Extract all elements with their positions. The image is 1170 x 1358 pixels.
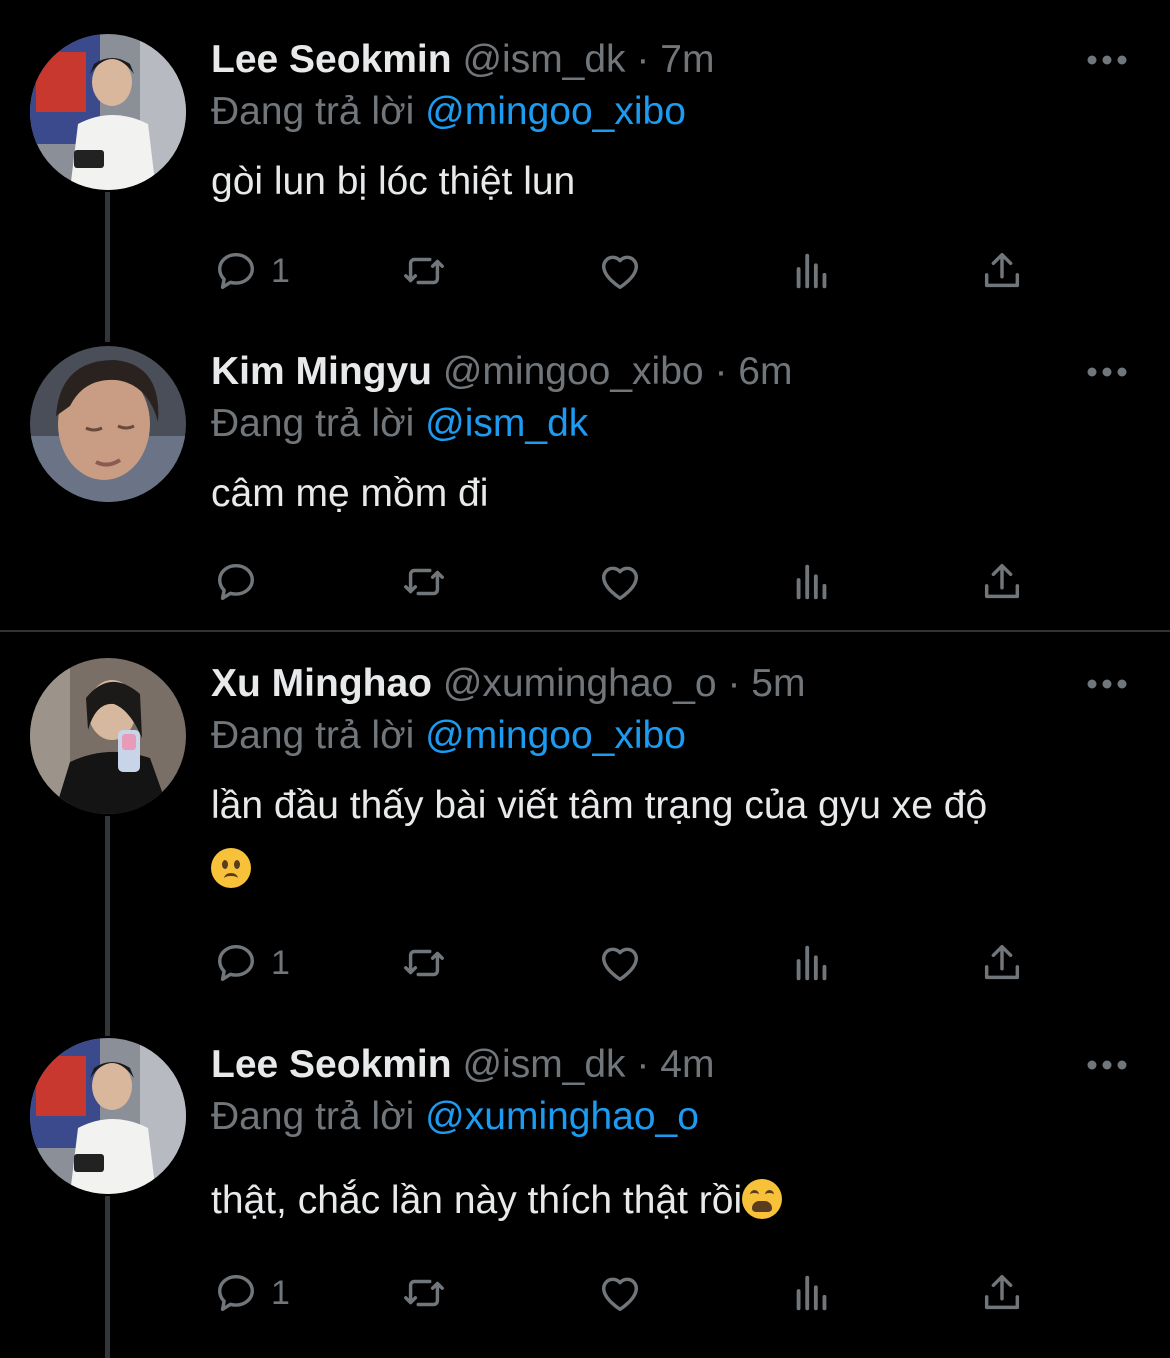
tweet-actions: 1	[211, 1268, 1111, 1318]
retweet-icon	[404, 568, 444, 596]
tweet[interactable]: Lee Seokmin @ism_dk · 4m Đang trả lời @x…	[0, 1012, 1170, 1358]
replying-to: Đang trả lời @ism_dk	[211, 400, 588, 448]
timestamp[interactable]: 5m	[751, 662, 805, 705]
like-icon	[601, 947, 639, 982]
reply-button[interactable]: 1	[213, 1268, 290, 1318]
reply-mention-link[interactable]: @ism_dk	[425, 402, 588, 445]
views-icon	[796, 945, 827, 981]
separator: ·	[714, 350, 728, 393]
reply-icon	[217, 944, 255, 982]
tweet-header: Xu Minghao @xuminghao_o · 5m	[211, 660, 805, 708]
display-name[interactable]: Kim Mingyu	[211, 350, 432, 393]
tweet-text-content: lần đầu thấy bài viết tâm trạng của gyu …	[211, 784, 988, 827]
tweet-text: câm mẹ mồm đi	[211, 462, 1131, 526]
more-icon[interactable]	[1085, 674, 1129, 694]
avatar[interactable]	[30, 346, 186, 502]
share-icon	[984, 1274, 1020, 1310]
views-button[interactable]	[789, 1268, 835, 1318]
share-icon	[984, 944, 1020, 980]
reply-prefix: Đang trả lời	[211, 402, 415, 445]
like-button[interactable]	[597, 938, 643, 988]
tweet-actions	[211, 557, 1111, 607]
like-button[interactable]	[597, 1268, 643, 1318]
tweet-text-content: thật, chắc lần này thích thật rồi	[211, 1179, 743, 1222]
retweet-button[interactable]	[401, 938, 447, 988]
retweet-button[interactable]	[401, 1268, 447, 1318]
reply-button[interactable]: 1	[213, 938, 290, 988]
tweet[interactable]: Kim Mingyu @mingoo_xibo · 6m Đang trả lờ…	[0, 0, 1170, 630]
reply-mention-link[interactable]: @mingoo_xibo	[425, 714, 686, 757]
like-icon	[601, 1277, 639, 1312]
reply-count: 1	[271, 943, 290, 982]
views-button[interactable]	[789, 557, 835, 607]
user-handle[interactable]: @mingoo_xibo	[443, 350, 704, 393]
worried-face-emoji	[211, 848, 251, 888]
reply-prefix: Đang trả lời	[211, 714, 415, 757]
reply-icon	[217, 1274, 255, 1312]
weary-face-emoji	[742, 1179, 783, 1219]
tweet-header: Kim Mingyu @mingoo_xibo · 6m	[211, 348, 792, 396]
reply-prefix: Đang trả lời	[211, 1095, 415, 1138]
retweet-icon	[404, 949, 444, 977]
reply-icon	[217, 563, 255, 601]
reply-mention-link[interactable]: @xuminghao_o	[425, 1095, 699, 1138]
tweet-header: Lee Seokmin @ism_dk · 4m	[211, 1041, 714, 1089]
reply-button[interactable]	[213, 557, 259, 607]
tweet-text: lần đầu thấy bài viết tâm trạng của gyu …	[211, 774, 1131, 902]
share-button[interactable]	[979, 938, 1025, 988]
views-icon	[796, 1275, 827, 1311]
retweet-icon	[404, 1279, 444, 1307]
reply-count: 1	[271, 1273, 290, 1312]
retweet-button[interactable]	[401, 557, 447, 607]
tweet-text-content: câm mẹ mồm đi	[211, 472, 489, 515]
separator: ·	[636, 1043, 650, 1086]
timestamp[interactable]: 6m	[738, 350, 792, 393]
share-button[interactable]	[979, 557, 1025, 607]
share-button[interactable]	[979, 1268, 1025, 1318]
display-name[interactable]: Lee Seokmin	[211, 1043, 452, 1086]
avatar[interactable]	[30, 658, 186, 814]
tweet-actions: 1	[211, 938, 1111, 988]
like-button[interactable]	[597, 557, 643, 607]
views-icon	[796, 564, 827, 600]
more-icon[interactable]	[1085, 362, 1129, 382]
replying-to: Đang trả lời @mingoo_xibo	[211, 712, 686, 760]
user-handle[interactable]: @ism_dk	[462, 1043, 625, 1086]
user-handle[interactable]: @xuminghao_o	[443, 662, 717, 705]
timestamp[interactable]: 4m	[660, 1043, 714, 1086]
replying-to: Đang trả lời @xuminghao_o	[211, 1093, 699, 1141]
tweet-text: thật, chắc lần này thích thật rồi	[211, 1169, 1131, 1233]
separator: ·	[727, 662, 741, 705]
share-icon	[984, 563, 1020, 599]
more-icon[interactable]	[1085, 1055, 1129, 1075]
views-button[interactable]	[789, 938, 835, 988]
tweet[interactable]: Xu Minghao @xuminghao_o · 5m Đang trả lờ…	[0, 632, 1170, 1012]
display-name[interactable]: Xu Minghao	[211, 662, 432, 705]
like-icon	[601, 566, 639, 601]
avatar[interactable]	[30, 1038, 186, 1194]
